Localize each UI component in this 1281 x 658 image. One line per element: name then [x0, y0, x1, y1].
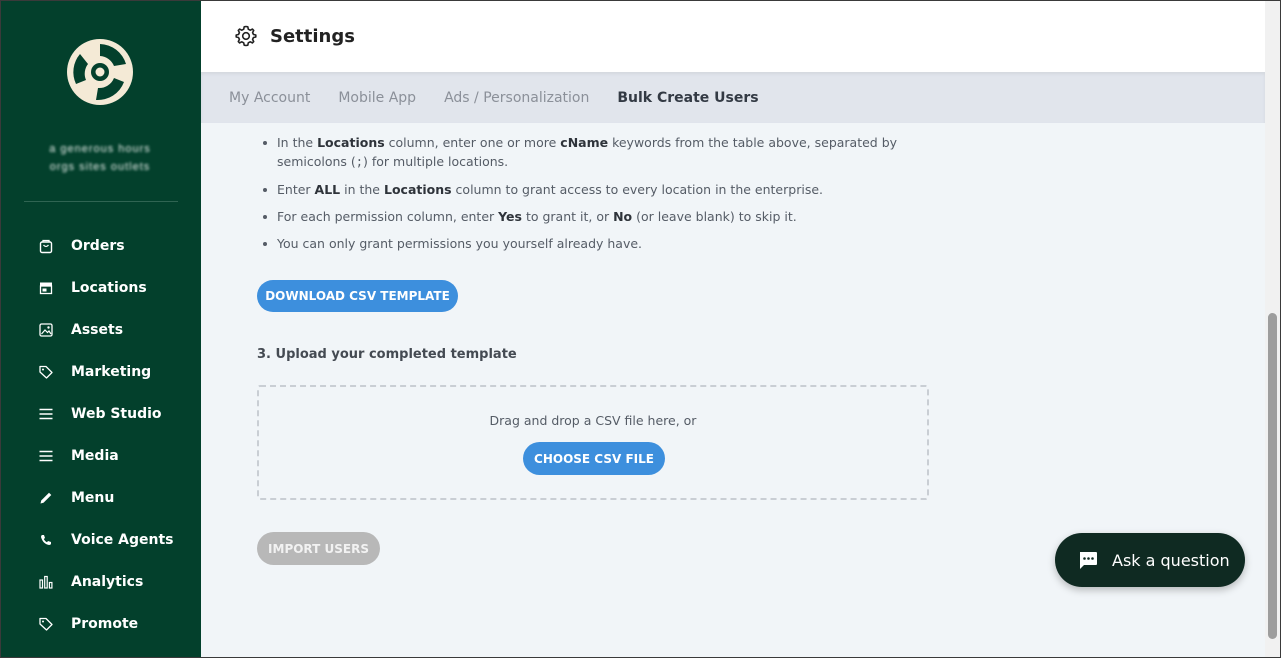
sidebar-divider	[24, 201, 178, 202]
menu-lines-icon	[38, 448, 54, 464]
instruction-keyword: cName	[560, 135, 609, 150]
pencil-icon	[38, 490, 54, 506]
bar-chart-icon	[38, 574, 54, 590]
settings-tabs: My Account Mobile App Ads / Personalizat…	[201, 72, 1265, 123]
tab-ads-personalization[interactable]: Ads / Personalization	[444, 90, 589, 106]
instruction-text: You can only grant permissions you yours…	[277, 236, 643, 251]
list-item: Enter ALL in the Locations column to gra…	[263, 180, 923, 199]
scrollbar-thumb[interactable]	[1268, 313, 1277, 639]
sidebar-item-locations[interactable]: Locations	[0, 267, 201, 309]
phone-icon	[38, 532, 54, 548]
ask-question-label: Ask a question	[1112, 550, 1230, 570]
sidebar-item-label: Orders	[71, 238, 125, 254]
upload-step-title: 3. Upload your completed template	[257, 347, 517, 362]
sidebar-nav: Orders Locations Assets Marketing Web St…	[0, 225, 201, 645]
sidebar-item-media[interactable]: Media	[0, 435, 201, 477]
instruction-keyword: Locations	[383, 182, 452, 197]
sidebar-item-label: Voice Agents	[71, 532, 174, 548]
ask-question-button[interactable]: Ask a question	[1055, 533, 1245, 587]
sidebar-item-voice-agents[interactable]: Voice Agents	[0, 519, 201, 561]
dropzone-hint: Drag and drop a CSV file here, or	[489, 413, 697, 428]
instruction-keyword: Locations	[317, 135, 385, 150]
sidebar-item-analytics[interactable]: Analytics	[0, 561, 201, 603]
instruction-text: In the	[277, 135, 318, 150]
org-name: a generous hours orgs sites outlets	[49, 143, 151, 173]
csv-dropzone[interactable]: Drag and drop a CSV file here, or CHOOSE…	[257, 385, 929, 500]
tab-my-account[interactable]: My Account	[229, 90, 310, 106]
vertical-scrollbar[interactable]	[1265, 0, 1281, 658]
sidebar-item-label: Web Studio	[71, 406, 162, 422]
sidebar-item-label: Analytics	[71, 574, 144, 590]
gear-icon	[234, 24, 258, 48]
instruction-list: In the Locations column, enter one or mo…	[263, 133, 923, 261]
store-icon	[38, 280, 54, 296]
brand-logo[interactable]	[66, 38, 134, 106]
instruction-text: (or leave blank) to skip it.	[632, 209, 797, 224]
bag-icon	[38, 238, 54, 254]
import-users-button[interactable]: IMPORT USERS	[257, 532, 380, 565]
sidebar-item-label: Assets	[71, 322, 124, 338]
sidebar-item-web-studio[interactable]: Web Studio	[0, 393, 201, 435]
instruction-text: ) for multiple locations.	[363, 154, 509, 169]
sidebar-item-menu[interactable]: Menu	[0, 477, 201, 519]
list-item: For each permission column, enter Yes to…	[263, 207, 923, 226]
sidebar-item-label: Media	[71, 448, 119, 464]
instruction-text: to grant it, or	[521, 209, 614, 224]
instruction-text: Enter	[277, 182, 315, 197]
page-title: Settings	[270, 25, 355, 47]
choose-csv-file-button[interactable]: CHOOSE CSV FILE	[523, 442, 665, 475]
instruction-keyword: No	[613, 209, 633, 224]
sidebar-item-label: Locations	[71, 280, 147, 296]
sidebar-item-label: Menu	[71, 490, 115, 506]
sidebar-item-assets[interactable]: Assets	[0, 309, 201, 351]
sidebar-item-label: Promote	[71, 616, 139, 632]
instruction-text: For each permission column, enter	[277, 209, 499, 224]
instruction-text: in the	[340, 182, 384, 197]
sidebar-item-marketing[interactable]: Marketing	[0, 351, 201, 393]
list-item: In the Locations column, enter one or mo…	[263, 133, 923, 172]
tab-bulk-create-users[interactable]: Bulk Create Users	[617, 90, 758, 106]
page-header: Settings	[201, 0, 1265, 72]
tag-icon	[38, 364, 54, 380]
instruction-code: ;	[355, 155, 364, 169]
download-csv-template-button[interactable]: DOWNLOAD CSV TEMPLATE	[257, 280, 458, 312]
sidebar: a generous hours orgs sites outlets Orde…	[0, 0, 201, 658]
image-icon	[38, 322, 54, 338]
sidebar-item-orders[interactable]: Orders	[0, 225, 201, 267]
list-item: You can only grant permissions you yours…	[263, 234, 923, 253]
instruction-text: column, enter one or more	[384, 135, 561, 150]
menu-lines-icon	[38, 406, 54, 422]
tab-mobile-app[interactable]: Mobile App	[338, 90, 416, 106]
instruction-keyword: ALL	[314, 182, 341, 197]
sidebar-item-label: Marketing	[71, 364, 152, 380]
chat-bubble-icon	[1077, 549, 1099, 571]
sidebar-item-promote[interactable]: Promote	[0, 603, 201, 645]
instruction-text: column to grant access to every location…	[451, 182, 823, 197]
instruction-keyword: Yes	[498, 209, 522, 224]
tag-icon	[38, 616, 54, 632]
